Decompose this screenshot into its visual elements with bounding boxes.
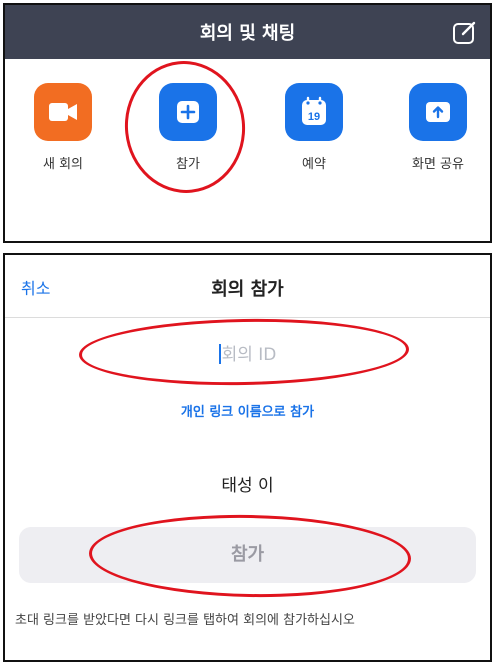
display-name-field[interactable]: 태성 이 <box>5 471 490 496</box>
meetings-header: 회의 및 채팅 <box>5 5 490 59</box>
join-header: 취소 회의 참가 <box>5 255 490 318</box>
calendar-day: 19 <box>308 111 320 123</box>
calendar-icon: 19 <box>302 96 326 125</box>
compose-icon[interactable] <box>452 19 478 45</box>
share-screen-button[interactable]: 화면 공유 <box>399 83 477 172</box>
share-screen-label: 화면 공유 <box>412 157 464 172</box>
personal-link-name-link[interactable]: 개인 링크 이름으로 참가 <box>5 401 490 420</box>
video-camera-icon <box>49 103 77 121</box>
new-meeting-button[interactable]: 새 회의 <box>24 83 102 172</box>
new-meeting-tile[interactable] <box>34 83 92 141</box>
share-screen-icon <box>426 102 450 122</box>
join-title: 회의 참가 <box>211 279 284 300</box>
annotation-circle-join-tile <box>118 55 252 199</box>
meetings-title: 회의 및 채팅 <box>199 23 296 44</box>
meetings-chat-screen: 회의 및 채팅 새 회의 참가 19 예약 화면 공유 <box>3 3 492 243</box>
share-screen-tile[interactable] <box>409 83 467 141</box>
new-meeting-label: 새 회의 <box>42 157 83 172</box>
schedule-button[interactable]: 19 예약 <box>275 83 353 172</box>
schedule-label: 예약 <box>302 157 326 172</box>
join-meeting-screen: 취소 회의 참가 회의 ID 개인 링크 이름으로 참가 태성 이 참가 초대 … <box>3 253 492 662</box>
annotation-circle-join-button <box>88 512 412 600</box>
annotation-circle-meeting-id <box>78 316 410 388</box>
invite-link-hint: 초대 링크를 받았다면 다시 링크를 탭하여 회의에 참가하십시오 <box>15 613 355 628</box>
schedule-tile[interactable]: 19 <box>285 83 343 141</box>
